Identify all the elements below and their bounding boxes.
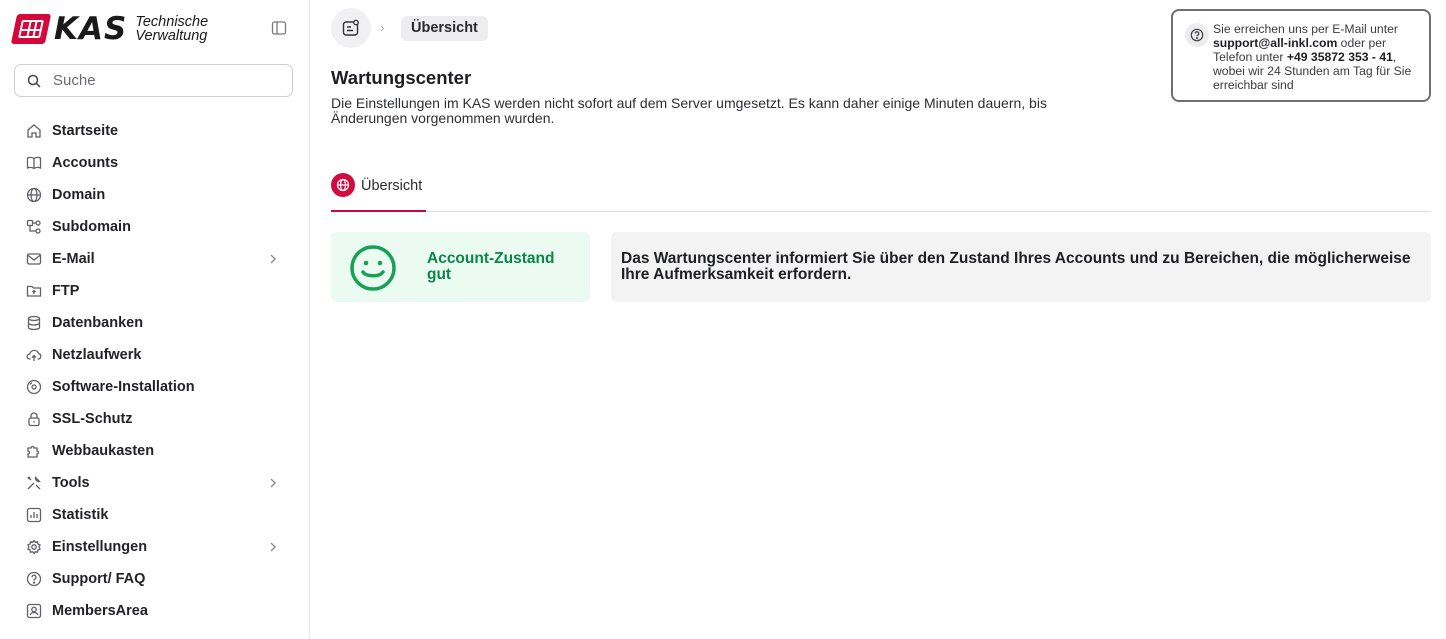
sidebar-item-ftp[interactable]: FTP — [0, 275, 309, 307]
sidebar-item-label: FTP — [52, 283, 80, 299]
globe-icon — [25, 187, 42, 204]
home-icon — [25, 123, 42, 140]
support-email-link[interactable]: support@all-inkl.com — [1213, 36, 1337, 50]
page-description: Die Einstellungen im KAS werden nicht so… — [331, 95, 1047, 126]
logo-subtitle: Technische Verwaltung — [135, 14, 209, 44]
breadcrumb-separator-icon: › — [380, 19, 385, 35]
sidebar-item-label: Support/ FAQ — [52, 571, 146, 587]
account-status-card: Account-Zustand gut — [331, 232, 590, 302]
mail-icon — [25, 251, 42, 268]
sidebar-item-label: Domain — [52, 187, 106, 203]
sidebar-item-label: MembersArea — [52, 603, 148, 619]
breadcrumb-current[interactable]: Übersicht — [401, 16, 488, 41]
support-contact-box: Sie erreichen uns per E-Mail unter suppo… — [1171, 9, 1431, 102]
sidebar-item-label: Software-Installation — [52, 379, 195, 395]
sidebar-item-software-installation[interactable]: Software-Installation — [0, 371, 309, 403]
logo-text: KAS — [54, 11, 128, 47]
tab-bar: Übersicht — [331, 173, 1431, 212]
book-icon — [25, 155, 42, 172]
sidebar-item-label: Netzlaufwerk — [52, 347, 142, 363]
gear-icon — [25, 539, 42, 556]
sidebar-item-label: Startseite — [52, 123, 119, 139]
chevron-right-icon — [268, 476, 280, 490]
maintenance-center-icon[interactable] — [331, 8, 371, 48]
tab-uebersicht[interactable]: Übersicht — [331, 173, 426, 212]
info-card: Das Wartungscenter informiert Sie über d… — [611, 232, 1431, 302]
subdomain-icon — [25, 219, 42, 236]
disc-icon — [25, 379, 42, 396]
tab-label: Übersicht — [361, 178, 423, 194]
folder-icon — [25, 283, 42, 300]
sidebar-item-subdomain[interactable]: Subdomain — [0, 211, 309, 243]
smiley-icon — [350, 245, 396, 291]
search-box[interactable] — [14, 64, 293, 97]
sidebar-item-label: Webbaukasten — [52, 443, 155, 459]
sidebar-item-statistik[interactable]: Statistik — [0, 499, 309, 531]
sidebar-item-tools[interactable]: Tools — [0, 467, 309, 499]
help-icon — [1185, 23, 1209, 47]
kas-logo[interactable]: KAS Technische Verwaltung — [10, 11, 209, 47]
sidebar-item-label: Datenbanken — [52, 315, 144, 331]
sidebar-item-label: Accounts — [52, 155, 119, 171]
puzzle-icon — [25, 443, 42, 460]
sidebar-item-webbaukasten[interactable]: Webbaukasten — [0, 435, 309, 467]
chart-icon — [25, 507, 42, 524]
support-phone[interactable]: +49 35872 353 - 41 — [1287, 50, 1393, 64]
sidebar-item-label: Einstellungen — [52, 539, 148, 555]
sidebar-item-label: SSL-Schutz — [52, 411, 133, 427]
chevron-right-icon — [268, 252, 280, 266]
sidebar-item-label: Subdomain — [52, 219, 131, 235]
page-title: Wartungscenter — [331, 67, 472, 88]
cloud-upload-icon — [25, 347, 42, 364]
sidebar-item-support-faq[interactable]: Support/ FAQ — [0, 563, 309, 595]
sidebar: KAS Technische Verwaltung Startseite Acc… — [0, 0, 310, 639]
sidebar-item-label: Statistik — [52, 507, 109, 523]
all-inkl-logo-icon — [10, 14, 52, 44]
sidebar-item-label: Tools — [52, 475, 90, 491]
id-card-icon — [25, 603, 42, 620]
tools-icon — [25, 475, 42, 492]
help-circle-icon — [25, 571, 42, 588]
sidebar-item-startseite[interactable]: Startseite — [0, 115, 309, 147]
search-input[interactable] — [53, 72, 273, 89]
sidebar-toggle-icon[interactable] — [271, 20, 289, 38]
lock-icon — [25, 411, 42, 428]
sidebar-item-einstellungen[interactable]: Einstellungen — [0, 531, 309, 563]
sidebar-item-membersarea[interactable]: MembersArea — [0, 595, 309, 627]
search-icon — [27, 74, 41, 88]
sidebar-item-label: E-Mail — [52, 251, 95, 267]
sidebar-nav: Startseite Accounts Domain Subdomain E-M… — [0, 115, 309, 627]
globe-icon — [331, 173, 355, 197]
account-status-text: Account-Zustand gut — [427, 250, 555, 283]
sidebar-item-email[interactable]: E-Mail — [0, 243, 309, 275]
main-content: › Übersicht Wartungscenter Die Einstellu… — [311, 0, 1446, 639]
database-icon — [25, 315, 42, 332]
sidebar-item-domain[interactable]: Domain — [0, 179, 309, 211]
chevron-right-icon — [268, 540, 280, 554]
sidebar-item-netzlaufwerk[interactable]: Netzlaufwerk — [0, 339, 309, 371]
sidebar-item-ssl-schutz[interactable]: SSL-Schutz — [0, 403, 309, 435]
sidebar-item-accounts[interactable]: Accounts — [0, 147, 309, 179]
sidebar-item-datenbanken[interactable]: Datenbanken — [0, 307, 309, 339]
